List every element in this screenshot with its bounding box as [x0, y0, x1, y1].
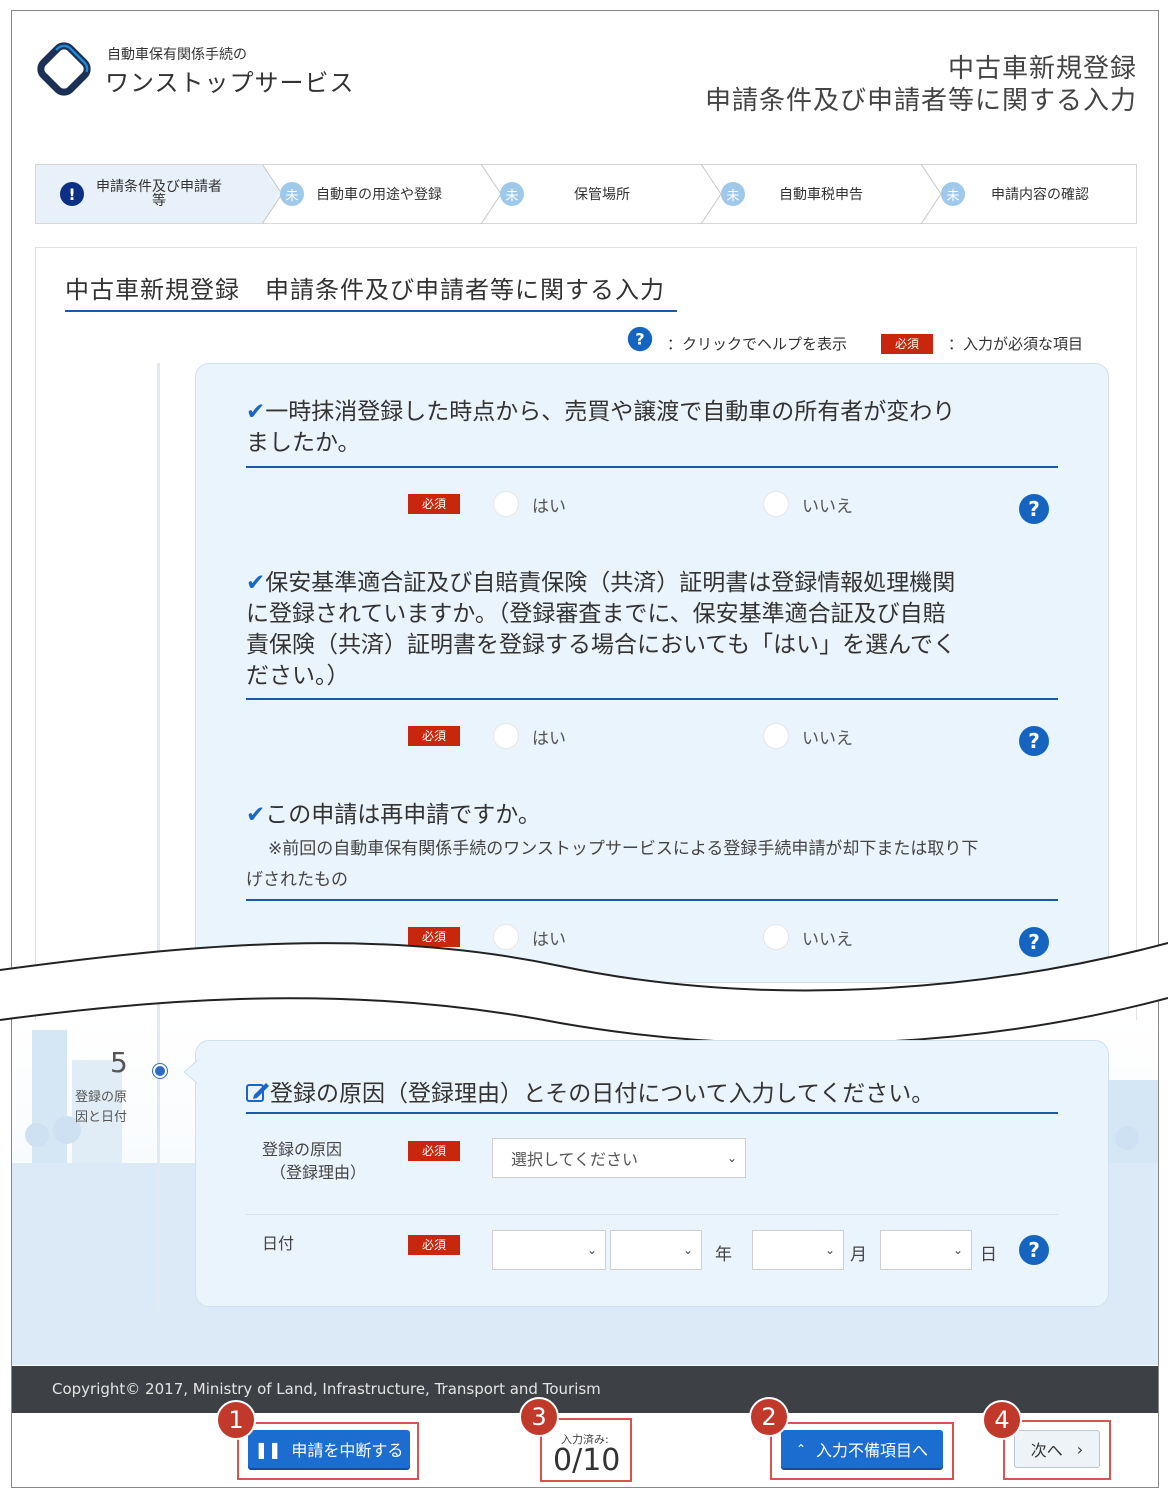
question-3-note: ※前回の自動車保有関係手続のワンストップサービスによる登録手続申請が却下または取…: [246, 839, 979, 890]
logo-icon: [37, 42, 91, 96]
help-icon: ?: [627, 326, 653, 352]
question-1-yes-label[interactable]: はい: [532, 492, 566, 517]
question-2-no-label[interactable]: いいえ: [802, 724, 853, 749]
step-2-label: 自動車の用途や登録: [316, 187, 442, 203]
required-badge: 必須: [408, 494, 460, 514]
copyright-text: Copyright© 2017, Ministry of Land, Infra…: [52, 1380, 601, 1398]
era-select[interactable]: ⌄: [492, 1230, 606, 1270]
field-separator: [246, 1214, 1058, 1215]
question-2-yes-radio[interactable]: [493, 723, 519, 749]
svg-text:?: ?: [1028, 1238, 1040, 1262]
progress-timeline: [157, 363, 160, 1309]
chevron-right-icon: ›: [1076, 1439, 1084, 1459]
page-break-separator: [0, 942, 1168, 1045]
required-badge: 必須: [408, 1235, 460, 1255]
question-1-text: ✔一時抹消登録した時点から、売買や譲渡で自動車の所有者が変わり ましたか。: [246, 399, 956, 456]
callout-badge: 1: [216, 1400, 256, 1440]
question-2-no-radio[interactable]: [763, 723, 789, 749]
section-underline: [65, 310, 677, 312]
legend-required-text: ：入力が必須な項目: [948, 335, 1084, 353]
svg-text:?: ?: [1028, 497, 1040, 521]
check-icon: ✔: [246, 802, 266, 828]
check-icon: ✔: [246, 570, 266, 596]
brand-name: ワンストップサービス: [105, 69, 355, 97]
suspend-button[interactable]: ❚❚ 申請を中断する: [248, 1430, 410, 1468]
step-divider: [920, 164, 942, 224]
brand-subtitle: 自動車保有関係手続の: [107, 47, 247, 63]
next-button[interactable]: 次へ ›: [1014, 1430, 1100, 1468]
pause-icon: ❚❚: [254, 1439, 282, 1459]
callout-badge: 3: [519, 1397, 559, 1437]
help-icon[interactable]: ?: [1018, 725, 1050, 757]
pending-icon: 未: [500, 182, 524, 206]
chevron-down-icon: ⌄: [824, 1243, 835, 1257]
alert-icon: !: [60, 182, 84, 206]
step-1-label: 申請条件及び申請者 等: [96, 179, 222, 209]
question-3-underline: [246, 899, 1058, 901]
callout-badge: 4: [982, 1400, 1022, 1440]
month-select[interactable]: ⌄: [752, 1230, 844, 1270]
required-badge: 必須: [408, 1141, 460, 1161]
section-title: 中古車新規登録 申請条件及び申請者等に関する入力: [65, 276, 665, 304]
help-icon[interactable]: ?: [1018, 1234, 1050, 1266]
pending-icon: 未: [721, 182, 745, 206]
page-title-line2: 申請条件及び申請者等に関する入力: [704, 86, 1137, 116]
registration-reason-title: 登録の原因（登録理由）とその日付について入力してください。: [246, 1074, 934, 1108]
question-2-underline: [246, 698, 1058, 700]
reason-label: 登録の原因 （登録理由）: [262, 1140, 367, 1182]
pending-icon: 未: [941, 182, 965, 206]
required-badge: 必須: [881, 334, 933, 354]
question-2-text: ✔保安基準適合証及び自賠責保険（共済）証明書は登録情報処理機関 に登録されていま…: [246, 570, 957, 689]
year-unit: 年: [715, 1245, 732, 1265]
day-unit: 日: [980, 1245, 997, 1265]
month-unit: 月: [850, 1245, 867, 1265]
step-2[interactable]: 未 自動車の用途や登録: [280, 165, 480, 223]
edit-icon: [246, 1083, 269, 1102]
registration-reason-underline: [246, 1112, 1058, 1114]
step-4-label: 自動車税申告: [779, 187, 863, 203]
chevron-down-icon: ⌄: [586, 1243, 597, 1257]
step-5[interactable]: 未 申請内容の確認: [941, 165, 1136, 223]
step-label: 登録の原 因と日付: [74, 1090, 127, 1125]
count-value: 0/10: [553, 1443, 621, 1478]
panel-pointer: [184, 1060, 198, 1084]
reason-select[interactable]: 選択してください ⌄: [492, 1138, 746, 1178]
date-label: 日付: [262, 1234, 295, 1253]
pending-icon: 未: [280, 182, 304, 206]
question-1-no-label[interactable]: いいえ: [802, 492, 853, 517]
chevron-up-icon: ⌃: [795, 1442, 807, 1456]
question-1-underline: [246, 466, 1058, 468]
required-badge: 必須: [408, 726, 460, 746]
step-3[interactable]: 未 保管場所: [500, 165, 700, 223]
check-icon: ✔: [246, 399, 266, 425]
svg-text:?: ?: [1028, 729, 1040, 753]
step-number: 5: [110, 1046, 128, 1079]
step-divider: [700, 164, 722, 224]
svg-text:?: ?: [635, 330, 644, 349]
chevron-down-icon: ⌄: [952, 1243, 963, 1257]
chevron-down-icon: ⌄: [682, 1243, 693, 1257]
day-select[interactable]: ⌄: [880, 1230, 972, 1270]
step-divider: [480, 164, 502, 224]
chevron-down-icon: ⌄: [726, 1151, 737, 1165]
callout-badge: 2: [749, 1397, 789, 1437]
step-5-label: 申請内容の確認: [991, 187, 1089, 203]
step-4[interactable]: 未 自動車税申告: [721, 165, 921, 223]
year-select[interactable]: ⌄: [610, 1230, 702, 1270]
step-1[interactable]: ! 申請条件及び申請者 等: [36, 165, 262, 223]
help-icon[interactable]: ?: [1018, 493, 1050, 525]
progress-stepper: ! 申請条件及び申請者 等 未 自動車の用途や登録 未 保管場所 未 自動車税申…: [35, 164, 1137, 224]
question-1-no-radio[interactable]: [763, 491, 789, 517]
legend-help-text: ：クリックでヘルプを表示: [667, 335, 848, 353]
incomplete-items-button[interactable]: ⌃ 入力不備項目へ: [781, 1430, 943, 1468]
question-2-yes-label[interactable]: はい: [532, 724, 566, 749]
step-3-label: 保管場所: [574, 187, 630, 203]
question-1-yes-radio[interactable]: [493, 491, 519, 517]
timeline-dot: [153, 1064, 167, 1078]
question-3-text: ✔この申請は再申請ですか。: [246, 802, 541, 828]
